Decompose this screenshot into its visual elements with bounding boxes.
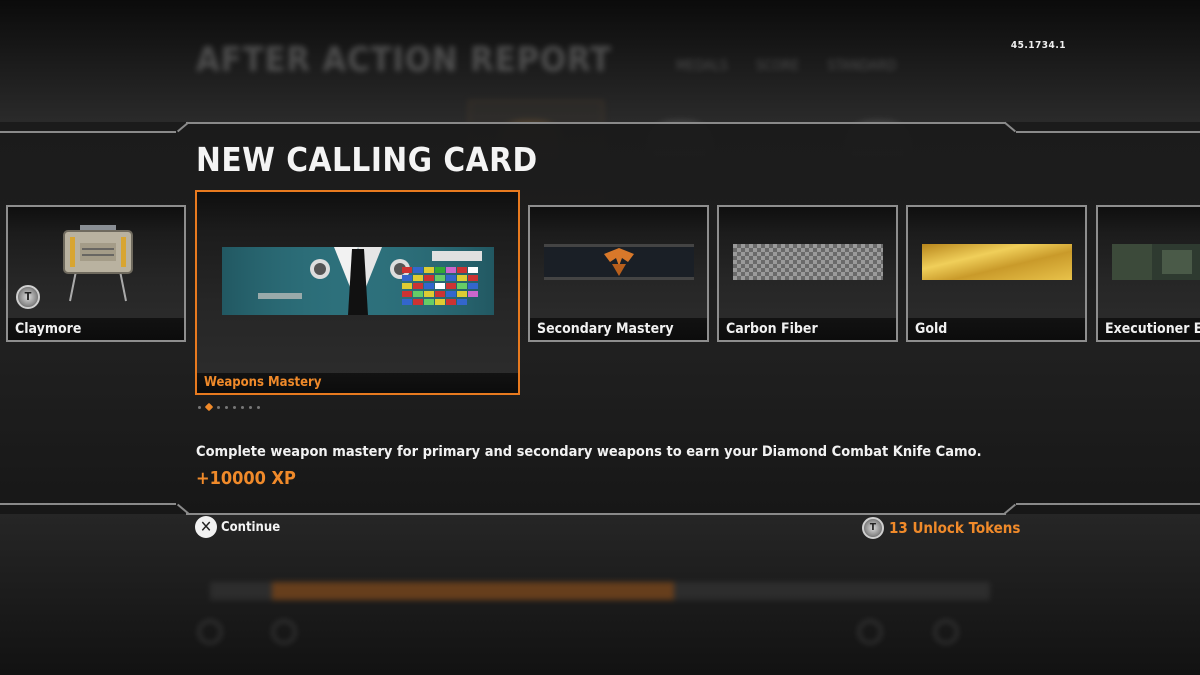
eagle-calling-card xyxy=(544,244,694,280)
pager-dot[interactable] xyxy=(233,406,236,409)
frame-line xyxy=(1016,503,1200,505)
claymore-icon xyxy=(63,225,133,302)
bg-tab-score: SCORE xyxy=(755,58,800,74)
bg-button-icon xyxy=(198,620,222,644)
pager-dot[interactable] xyxy=(217,406,220,409)
continue-label: Continue xyxy=(221,519,281,535)
frame-line xyxy=(0,131,176,133)
frame-line xyxy=(186,122,1006,124)
bg-tab-medals: MEDALS xyxy=(676,58,728,74)
calling-card-executioner[interactable]: Executioner Exp xyxy=(1096,205,1200,342)
card-label-executioner: Executioner Exp xyxy=(1098,318,1200,340)
card-label-secondary-mastery: Secondary Mastery xyxy=(530,318,707,340)
continue-button[interactable]: ✕ Continue xyxy=(195,516,280,538)
xp-reward: +10000 XP xyxy=(196,468,296,489)
card-label-weapons-mastery: Weapons Mastery xyxy=(197,373,518,393)
page-title: NEW CALLING CARD xyxy=(196,140,538,179)
executioner-calling-card xyxy=(1112,244,1200,280)
calling-card-claymore[interactable]: T Claymore xyxy=(6,205,186,342)
frame-line xyxy=(186,513,1006,515)
bg-title: AFTER ACTION REPORT xyxy=(196,40,612,80)
calling-card-gold[interactable]: Gold xyxy=(906,205,1087,342)
version-number: 45.1734.1 xyxy=(1010,40,1066,51)
card-label-claymore: Claymore xyxy=(8,318,184,340)
dress-uniform-calling-card xyxy=(222,247,494,315)
calling-card-carbon-fiber[interactable]: Carbon Fiber xyxy=(717,205,898,342)
bg-button-icon xyxy=(858,620,882,644)
card-label-carbon-fiber: Carbon Fiber xyxy=(719,318,896,340)
pager-dot[interactable] xyxy=(198,406,201,409)
unlock-token-icon: T xyxy=(862,517,884,539)
bg-button-icon xyxy=(272,620,296,644)
calling-card-secondary-mastery[interactable]: Secondary Mastery xyxy=(528,205,709,342)
bg-xp-bar xyxy=(272,582,674,600)
calling-card-weapons-mastery[interactable]: Weapons Mastery xyxy=(195,190,520,395)
unlock-tokens-counter: T 13 Unlock Tokens xyxy=(862,517,1020,539)
unlock-tokens-label: 13 Unlock Tokens xyxy=(889,519,1021,537)
gold-camo xyxy=(922,244,1072,280)
bg-button-icon xyxy=(934,620,958,644)
bg-tab-standard: STANDARD xyxy=(827,58,897,74)
card-label-gold: Gold xyxy=(908,318,1085,340)
card-pager xyxy=(198,402,260,412)
pager-dot[interactable] xyxy=(225,406,228,409)
frame-line xyxy=(0,503,176,505)
bg-tabs: MEDALS SCORE STANDARD xyxy=(676,58,896,74)
x-button-icon: ✕ xyxy=(195,516,217,538)
unlock-token-icon: T xyxy=(16,285,40,309)
pager-dot[interactable] xyxy=(241,406,244,409)
carbon-fiber-camo xyxy=(733,244,883,280)
pager-dot-active[interactable] xyxy=(204,402,214,412)
pager-dot[interactable] xyxy=(249,406,252,409)
frame-line xyxy=(1016,131,1200,133)
card-description: Complete weapon mastery for primary and … xyxy=(196,444,982,460)
pager-dot[interactable] xyxy=(257,406,260,409)
